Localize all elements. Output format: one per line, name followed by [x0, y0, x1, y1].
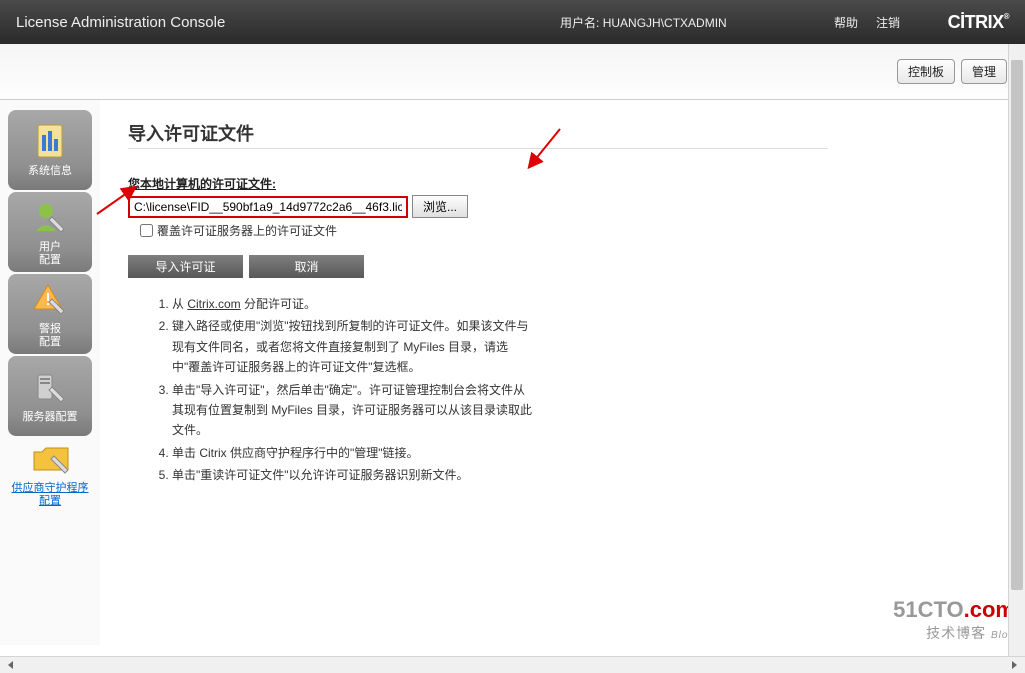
overwrite-label: 覆盖许可证服务器上的许可证文件: [157, 222, 337, 239]
citrix-logo: CİTRIX®: [948, 12, 1009, 33]
instruction-item: 单击 Citrix 供应商守护程序行中的"管理"链接。: [172, 443, 532, 463]
user-info: 用户名: HUANGJH\CTXADMIN: [560, 14, 727, 31]
top-bar: 控制板 管理: [0, 44, 1025, 100]
action-buttons: 导入许可证 取消: [128, 255, 1005, 278]
sidebar: 系统信息 用户 配置 警报 配置: [0, 100, 100, 645]
file-input-row: 浏览...: [128, 195, 1005, 218]
sidebar-label: 警报 配置: [39, 323, 61, 349]
sidebar-item-server-config[interactable]: 服务器配置: [8, 356, 92, 436]
sidebar-label: 用户 配置: [39, 241, 61, 267]
page-title: 导入许可证文件: [128, 120, 1005, 146]
citrix-link[interactable]: Citrix.com: [187, 297, 240, 311]
sidebar-item-vendor-daemon[interactable]: 供应商守护程序配置: [8, 438, 92, 508]
sidebar-label: 服务器配置: [23, 411, 78, 424]
user-label: 用户名:: [560, 16, 599, 30]
dashboard-button[interactable]: 控制板: [897, 59, 955, 84]
scrollbar-thumb[interactable]: [1011, 60, 1023, 590]
sidebar-item-alert-config[interactable]: 警报 配置: [8, 274, 92, 354]
instruction-item: 单击"导入许可证"，然后单击"确定"。许可证管理控制台会将文件从其现有位置复制到…: [172, 380, 532, 441]
clipboard-chart-icon: [30, 121, 70, 161]
user-value: HUANGJH\CTXADMIN: [603, 16, 727, 30]
instructions-list: 从 Citrix.com 分配许可证。 键入路径或使用"浏览"按钮找到所复制的许…: [172, 294, 532, 486]
sidebar-label: 供应商守护程序配置: [8, 482, 92, 508]
instruction-item: 键入路径或使用"浏览"按钮找到所复制的许可证文件。如果该文件与现有文件同名，或者…: [172, 316, 532, 377]
instruction-item: 单击"重读许可证文件"以允许许可证服务器识别新文件。: [172, 465, 532, 485]
content-panel: 导入许可证文件 您本地计算机的许可证文件: 浏览... 覆盖许可证服务器上的许可…: [100, 100, 1025, 645]
sidebar-label: 系统信息: [28, 165, 72, 178]
horizontal-scrollbar[interactable]: [0, 656, 1025, 673]
app-title: License Administration Console: [16, 14, 225, 31]
instruction-item: 从 Citrix.com 分配许可证。: [172, 294, 532, 314]
scroll-left-icon[interactable]: [4, 658, 18, 672]
warning-wrench-icon: [30, 279, 70, 319]
cancel-button[interactable]: 取消: [249, 255, 364, 278]
app-header: License Administration Console 用户名: HUAN…: [0, 0, 1025, 44]
browse-button[interactable]: 浏览...: [412, 195, 468, 218]
title-divider: [128, 148, 828, 149]
license-file-input[interactable]: [128, 196, 408, 218]
sidebar-item-system-info[interactable]: 系统信息: [8, 110, 92, 190]
help-link[interactable]: 帮助: [834, 14, 858, 31]
user-wrench-icon: [30, 197, 70, 237]
overwrite-checkbox-row[interactable]: 覆盖许可证服务器上的许可证文件: [140, 222, 1005, 239]
server-wrench-icon: [30, 367, 70, 407]
vertical-scrollbar[interactable]: [1008, 44, 1025, 656]
scroll-right-icon[interactable]: [1007, 658, 1021, 672]
main-area: 系统信息 用户 配置 警报 配置: [0, 100, 1025, 645]
folder-wrench-icon: [30, 438, 70, 478]
file-field-label: 您本地计算机的许可证文件:: [128, 175, 1005, 192]
admin-button[interactable]: 管理: [961, 59, 1007, 84]
logout-link[interactable]: 注销: [876, 14, 900, 31]
sidebar-item-user-config[interactable]: 用户 配置: [8, 192, 92, 272]
import-button[interactable]: 导入许可证: [128, 255, 243, 278]
overwrite-checkbox[interactable]: [140, 224, 153, 237]
header-links: 帮助 注销: [834, 14, 900, 31]
